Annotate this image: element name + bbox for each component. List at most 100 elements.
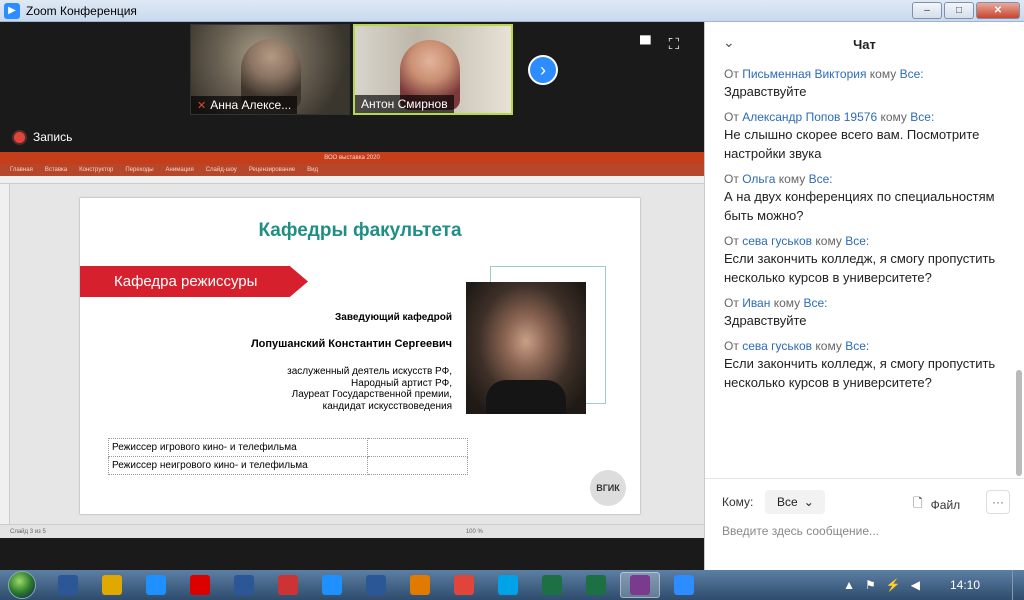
- start-button[interactable]: [0, 570, 44, 600]
- ribbon-tab: Конструктор: [79, 167, 114, 173]
- slide-title: Кафедры факультета: [258, 220, 462, 241]
- participant-name: Антон Смирнов: [361, 97, 448, 111]
- taskbar-goog-icon[interactable]: [356, 572, 396, 598]
- sender-name[interactable]: сева гуськов: [742, 339, 812, 353]
- desc-line: Лауреат Государственной премии,: [291, 389, 452, 400]
- chevron-right-icon: ›: [540, 59, 546, 80]
- university-logo: ВГИК: [590, 470, 626, 506]
- participant-nameplate: Антон Смирнов: [355, 95, 454, 113]
- taskbar-media-icon[interactable]: [136, 572, 176, 598]
- more-options-button[interactable]: ···: [986, 490, 1010, 514]
- recipient-name: Все:: [910, 110, 935, 124]
- chevron-down-icon[interactable]: ⌄: [723, 34, 735, 51]
- ribbon-tab: Вид: [307, 167, 319, 173]
- taskbar-explorer-icon[interactable]: [92, 572, 132, 598]
- file-icon: 🗋: [913, 496, 923, 510]
- show-desktop-button[interactable]: [1012, 570, 1024, 600]
- head-name: Лопушанский Константин Сергеевич: [250, 338, 452, 350]
- message-text: Если закончить колледж, я смогу пропусти…: [724, 356, 996, 390]
- from-word: От: [724, 234, 739, 248]
- chevron-down-icon: ⌄: [803, 495, 814, 509]
- desc-line: заслуженный деятель искусств РФ,: [287, 366, 452, 377]
- recording-indicator[interactable]: Запись: [14, 130, 72, 144]
- tray-up-arrow-icon[interactable]: ▲: [843, 578, 855, 592]
- chat-message: От Письменная Виктория кому Все: Здравств…: [724, 66, 1017, 101]
- message-meta: От Ольга кому Все:: [724, 171, 1017, 187]
- taskbar-winrar-icon[interactable]: [576, 572, 616, 598]
- to-word: кому: [773, 296, 801, 310]
- windows-taskbar: ▲ ⚑ ⚡ ◀ 14:10: [0, 570, 1024, 600]
- taskbar-save-icon[interactable]: [268, 572, 308, 598]
- chat-panel: ⌄ Чат От Письменная Виктория кому Все: Зд…: [704, 22, 1024, 570]
- zoom-app-icon: ▶: [4, 2, 20, 19]
- taskbar-yandex-icon[interactable]: [180, 572, 220, 598]
- sender-name[interactable]: Иван: [742, 296, 770, 310]
- sender-name[interactable]: Александр Попов 19576: [742, 110, 877, 124]
- recording-label: Запись: [33, 130, 73, 144]
- view-layout-icon[interactable]: ▀: [640, 36, 651, 53]
- maximize-button[interactable]: □: [944, 2, 974, 19]
- chat-message: От сева гуськов кому Все: Если закончить …: [724, 233, 1017, 287]
- clock[interactable]: 14:10: [950, 578, 980, 592]
- chat-message: От Иван кому Все: Здравствуйте: [724, 295, 1017, 330]
- taskbar-yandex-browser-icon[interactable]: [400, 572, 440, 598]
- section-banner: Кафедра режиссуры: [80, 266, 308, 297]
- taskbar-chrome-icon[interactable]: [312, 572, 352, 598]
- taskbar-skype-icon[interactable]: [444, 572, 484, 598]
- minimize-button[interactable]: –: [912, 2, 942, 19]
- record-icon: [14, 131, 25, 143]
- window-titlebar: ▶ Zoom Конференция – □ ✕: [0, 0, 1024, 22]
- chat-header: ⌄ Чат: [705, 22, 1024, 66]
- window-title: Zoom Конференция: [26, 3, 137, 18]
- chat-scrollbar[interactable]: [1016, 370, 1022, 476]
- close-button[interactable]: ✕: [976, 2, 1020, 19]
- windows-logo-icon: [8, 571, 36, 599]
- head-description: заслуженный деятель искусств РФ, Народны…: [287, 366, 452, 412]
- power-icon[interactable]: ⚡: [886, 578, 901, 592]
- taskbar-paint-icon[interactable]: [664, 572, 704, 598]
- message-meta: От сева гуськов кому Все:: [724, 233, 1017, 249]
- message-meta: От сева гуськов кому Все:: [724, 338, 1017, 354]
- taskbar-folder-icon[interactable]: [48, 572, 88, 598]
- sender-name[interactable]: Ольга: [742, 172, 775, 186]
- message-text: Здравствуйте: [724, 84, 807, 99]
- taskbar-excel2-icon[interactable]: [532, 572, 572, 598]
- from-word: От: [724, 67, 739, 81]
- powerpoint-ribbon: Главная Вставка Конструктор Переходы Анимаци…: [0, 164, 704, 176]
- ribbon-tab: Рецензирование: [248, 167, 296, 173]
- recipient-name: Все:: [845, 234, 870, 248]
- participant-video-active-speaker[interactable]: Антон Смирнов: [353, 24, 513, 115]
- message-text: Если закончить колледж, я смогу пропусти…: [724, 251, 996, 285]
- message-meta: От Иван кому Все:: [724, 295, 1017, 311]
- to-word: кому: [778, 172, 806, 186]
- taskbar-word-icon[interactable]: [224, 572, 264, 598]
- ribbon-tab: Переходы: [125, 167, 154, 173]
- next-participants-button[interactable]: ›: [528, 55, 558, 85]
- zoom-level: 100 %: [465, 528, 483, 535]
- ribbon-tab: Слайд-шоу: [205, 167, 237, 173]
- ruler-vertical: [0, 184, 10, 524]
- from-word: От: [724, 172, 739, 186]
- chat-messages[interactable]: От Письменная Виктория кому Все: Здравств…: [705, 66, 1017, 478]
- chat-input[interactable]: [722, 521, 1012, 541]
- ruler: [0, 176, 704, 184]
- taskbar-excel-icon[interactable]: [488, 572, 528, 598]
- participant-video[interactable]: ✕ Анна Алексе...: [190, 24, 350, 115]
- recipient-name: Все:: [803, 296, 828, 310]
- recipient-select[interactable]: Все ⌄: [765, 490, 826, 514]
- portrait-photo: [466, 282, 586, 414]
- desc-line: Народный артист РФ,: [351, 377, 452, 389]
- system-tray: ▲ ⚑ ⚡ ◀ 14:10: [843, 570, 980, 600]
- from-word: От: [724, 339, 739, 353]
- volume-icon[interactable]: ◀: [911, 578, 920, 592]
- flag-icon[interactable]: ⚑: [865, 578, 876, 592]
- table-row: Режиссер игрового кино- и телефильма: [108, 438, 468, 457]
- taskbar-zoom-icon[interactable]: [620, 572, 660, 598]
- programs-table: Режиссер игрового кино- и телефильма Реж…: [108, 438, 468, 475]
- sender-name[interactable]: Письменная Виктория: [742, 67, 866, 81]
- ribbon-tab: Главная: [10, 167, 33, 173]
- to-label: Кому:: [722, 495, 754, 509]
- sender-name[interactable]: сева гуськов: [742, 234, 812, 248]
- file-button[interactable]: 🗋 Файл: [913, 494, 960, 515]
- fullscreen-icon[interactable]: ⛶: [669, 36, 680, 53]
